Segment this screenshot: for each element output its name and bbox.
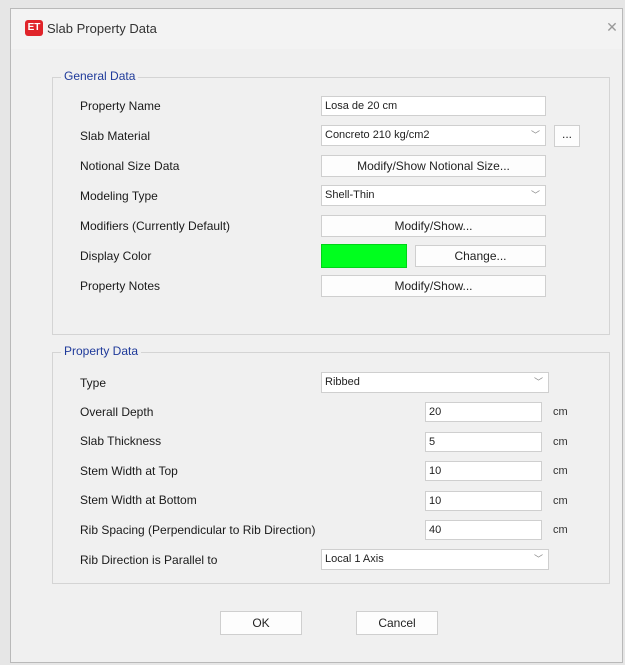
close-icon[interactable]: ✕ (604, 19, 620, 35)
modeling-type-select[interactable]: Shell-Thin ﹀ (321, 185, 546, 206)
ok-button[interactable]: OK (220, 611, 302, 635)
stem-width-top-label: Stem Width at Top (80, 464, 178, 478)
rib-spacing-label: Rib Spacing (Perpendicular to Rib Direct… (80, 523, 316, 537)
slab-material-more-button[interactable]: ... (554, 125, 580, 147)
type-label: Type (80, 376, 107, 390)
chevron-down-icon: ﹀ (530, 190, 540, 200)
property-name-label: Property Name (80, 99, 161, 113)
property-data-group: Property Data Type Ribbed ﹀ Overall Dept… (52, 344, 610, 584)
type-value: Ribbed (325, 376, 360, 388)
property-data-label: Property Data (61, 344, 142, 358)
slab-material-value: Concreto 210 kg/cm2 (325, 129, 430, 141)
etabs-app-icon: ET (25, 20, 43, 36)
modeling-type-value: Shell-Thin (325, 189, 375, 201)
overall-depth-input[interactable]: 20 (425, 402, 542, 422)
notional-size-button[interactable]: Modify/Show Notional Size... (321, 155, 546, 177)
change-color-button[interactable]: Change... (415, 245, 546, 267)
chevron-down-icon: ﹀ (530, 130, 540, 140)
property-name-input[interactable]: Losa de 20 cm (321, 96, 546, 116)
general-data-group: General Data Property Name Losa de 20 cm… (52, 69, 610, 335)
slab-thickness-label: Slab Thickness (80, 434, 162, 448)
stem-width-top-unit: cm (553, 465, 568, 477)
property-notes-label: Property Notes (80, 279, 161, 293)
slab-thickness-unit: cm (553, 436, 568, 448)
overall-depth-unit: cm (553, 406, 568, 418)
stem-width-bottom-input[interactable]: 10 (425, 491, 542, 511)
cancel-button[interactable]: Cancel (356, 611, 438, 635)
notional-size-label: Notional Size Data (80, 159, 180, 173)
rib-spacing-unit: cm (553, 524, 568, 536)
rib-direction-select[interactable]: Local 1 Axis ﹀ (321, 549, 549, 570)
chevron-down-icon: ﹀ (533, 554, 543, 564)
stem-width-bottom-unit: cm (553, 495, 568, 507)
modeling-type-label: Modeling Type (80, 189, 158, 203)
stem-width-bottom-label: Stem Width at Bottom (80, 493, 197, 507)
slab-material-label: Slab Material (80, 129, 151, 143)
overall-depth-label: Overall Depth (80, 405, 154, 419)
rib-spacing-input[interactable]: 40 (425, 520, 542, 540)
slab-thickness-input[interactable]: 5 (425, 432, 542, 452)
slab-material-select[interactable]: Concreto 210 kg/cm2 ﹀ (321, 125, 546, 146)
window-title: Slab Property Data (47, 21, 157, 36)
general-data-label: General Data (61, 69, 139, 83)
modifiers-button[interactable]: Modify/Show... (321, 215, 546, 237)
chevron-down-icon: ﹀ (533, 377, 543, 387)
modifiers-label: Modifiers (Currently Default) (80, 219, 231, 233)
display-color-label: Display Color (80, 249, 152, 263)
property-notes-button[interactable]: Modify/Show... (321, 275, 546, 297)
rib-direction-label: Rib Direction is Parallel to (80, 553, 218, 567)
slab-property-dialog: ET Slab Property Data ✕ General Data Pro… (10, 8, 623, 663)
display-color-swatch[interactable] (321, 244, 407, 268)
title-bar: ET Slab Property Data ✕ (11, 9, 622, 49)
stem-width-top-input[interactable]: 10 (425, 461, 542, 481)
rib-direction-value: Local 1 Axis (325, 553, 384, 565)
type-select[interactable]: Ribbed ﹀ (321, 372, 549, 393)
